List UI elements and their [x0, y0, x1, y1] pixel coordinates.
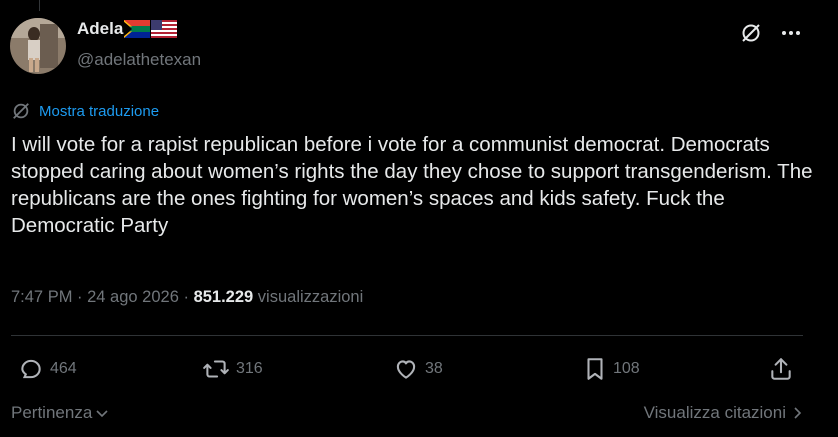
meta-separator: ·: [178, 288, 194, 306]
south-africa-flag-icon: [124, 20, 151, 38]
sort-dropdown[interactable]: Pertinenza: [11, 403, 109, 423]
grok-icon[interactable]: [740, 22, 762, 44]
views-label: visualizzazioni: [253, 288, 364, 306]
tweet-time[interactable]: 7:47 PM: [11, 288, 72, 306]
translate-label[interactable]: Mostra traduzione: [39, 103, 159, 120]
chevron-down-icon: [95, 406, 109, 420]
usa-flag-icon: [151, 20, 178, 38]
translate-link[interactable]: Mostra traduzione: [11, 101, 159, 121]
bookmark-icon: [583, 356, 607, 382]
share-button[interactable]: [768, 356, 794, 382]
avatar[interactable]: [10, 18, 66, 74]
tweet-top-actions: [740, 22, 802, 44]
thread-connector-line: [39, 0, 40, 11]
grok-icon: [11, 101, 31, 121]
author-name[interactable]: Adela: [77, 19, 123, 39]
repost-button[interactable]: 316: [202, 356, 263, 382]
meta-separator: ·: [72, 288, 88, 306]
reply-button[interactable]: 464: [18, 356, 77, 382]
like-button[interactable]: 38: [393, 356, 443, 382]
tweet-meta: 7:47 PM · 24 ago 2026 · 851.229 visualiz…: [11, 288, 363, 307]
author-name-row[interactable]: Adela: [77, 19, 178, 39]
reply-icon: [18, 356, 44, 382]
repost-count: 316: [236, 360, 263, 377]
share-icon: [768, 356, 794, 382]
view-quotes-link[interactable]: Visualizza citazioni: [644, 403, 802, 423]
tweet-date[interactable]: 24 ago 2026: [87, 288, 179, 306]
repost-icon: [202, 356, 230, 382]
chevron-right-icon: [792, 406, 802, 420]
more-options-icon[interactable]: [780, 22, 802, 44]
view-count: 851.229: [193, 288, 254, 306]
divider: [11, 335, 803, 336]
tweet-text: I will vote for a rapist republican befo…: [11, 133, 813, 237]
reply-count: 464: [50, 360, 77, 377]
like-count: 38: [425, 360, 443, 377]
heart-icon: [393, 356, 419, 382]
bookmark-count: 108: [613, 360, 640, 377]
bookmark-button[interactable]: 108: [583, 356, 640, 382]
sort-label: Pertinenza: [11, 403, 93, 422]
author-handle[interactable]: @adelathetexan: [77, 50, 201, 70]
view-quotes-label: Visualizza citazioni: [643, 403, 786, 422]
